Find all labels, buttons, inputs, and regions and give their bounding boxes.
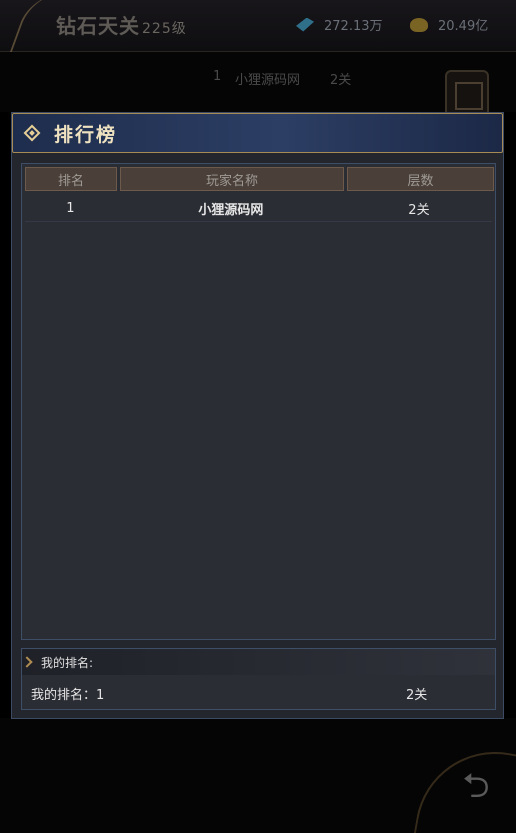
table-header: 排名 玩家名称 层数 [25, 167, 494, 191]
my-rank-header: 我的排名: [21, 649, 495, 675]
panel-title: 排行榜 [54, 123, 118, 146]
my-rank-header-label: 我的排名: [41, 655, 94, 670]
stage-level: 225级 [142, 21, 187, 37]
chevron-right-icon [21, 656, 33, 668]
back-button[interactable]: ⮌ [450, 766, 502, 810]
my-rank-box: 我的排名: 我的排名：1 2关 [21, 648, 496, 710]
bg-rank: 1 [213, 69, 222, 84]
diamond-icon [23, 124, 41, 142]
resource-gem: 272.13万 [296, 15, 383, 34]
tower-icon [445, 70, 489, 114]
gold-ingot-icon [410, 17, 428, 32]
column-header-floor: 层数 [347, 167, 494, 191]
stage-title-text: 钻石天关 [56, 14, 140, 38]
row-floor: 2关 [408, 203, 430, 218]
bg-floor: 2关 [330, 73, 352, 88]
table-row[interactable]: 1 小狸源码网 2关 [25, 196, 492, 222]
resource-gold: 20.49亿 [410, 15, 488, 34]
column-header-player: 玩家名称 [120, 167, 344, 191]
column-header-rank: 排名 [25, 167, 117, 191]
leaderboard-panel: 排行榜 排名 玩家名称 层数 1 小狸源码网 2关 我的排名: 我的排名：1 2… [11, 112, 504, 719]
gem-amount: 272.13万 [324, 19, 383, 34]
my-floor-value: 2关 [406, 688, 428, 703]
gem-icon [296, 17, 314, 32]
stage-title: 钻石天关 225级 [56, 10, 187, 39]
top-bar: 钻石天关 225级 272.13万 20.49亿 [0, 0, 516, 54]
blade-ornament [9, 0, 61, 54]
bg-player-name: 小狸源码网 [235, 73, 301, 88]
gold-amount: 20.49亿 [438, 19, 489, 34]
row-rank: 1 [66, 201, 75, 216]
return-arrow-icon: ⮌ [462, 765, 490, 806]
ranking-table: 排名 玩家名称 层数 1 小狸源码网 2关 [21, 163, 496, 640]
row-player-name: 小狸源码网 [198, 203, 264, 218]
panel-header: 排行榜 [12, 113, 503, 153]
my-rank-value: 我的排名：1 [31, 688, 105, 703]
